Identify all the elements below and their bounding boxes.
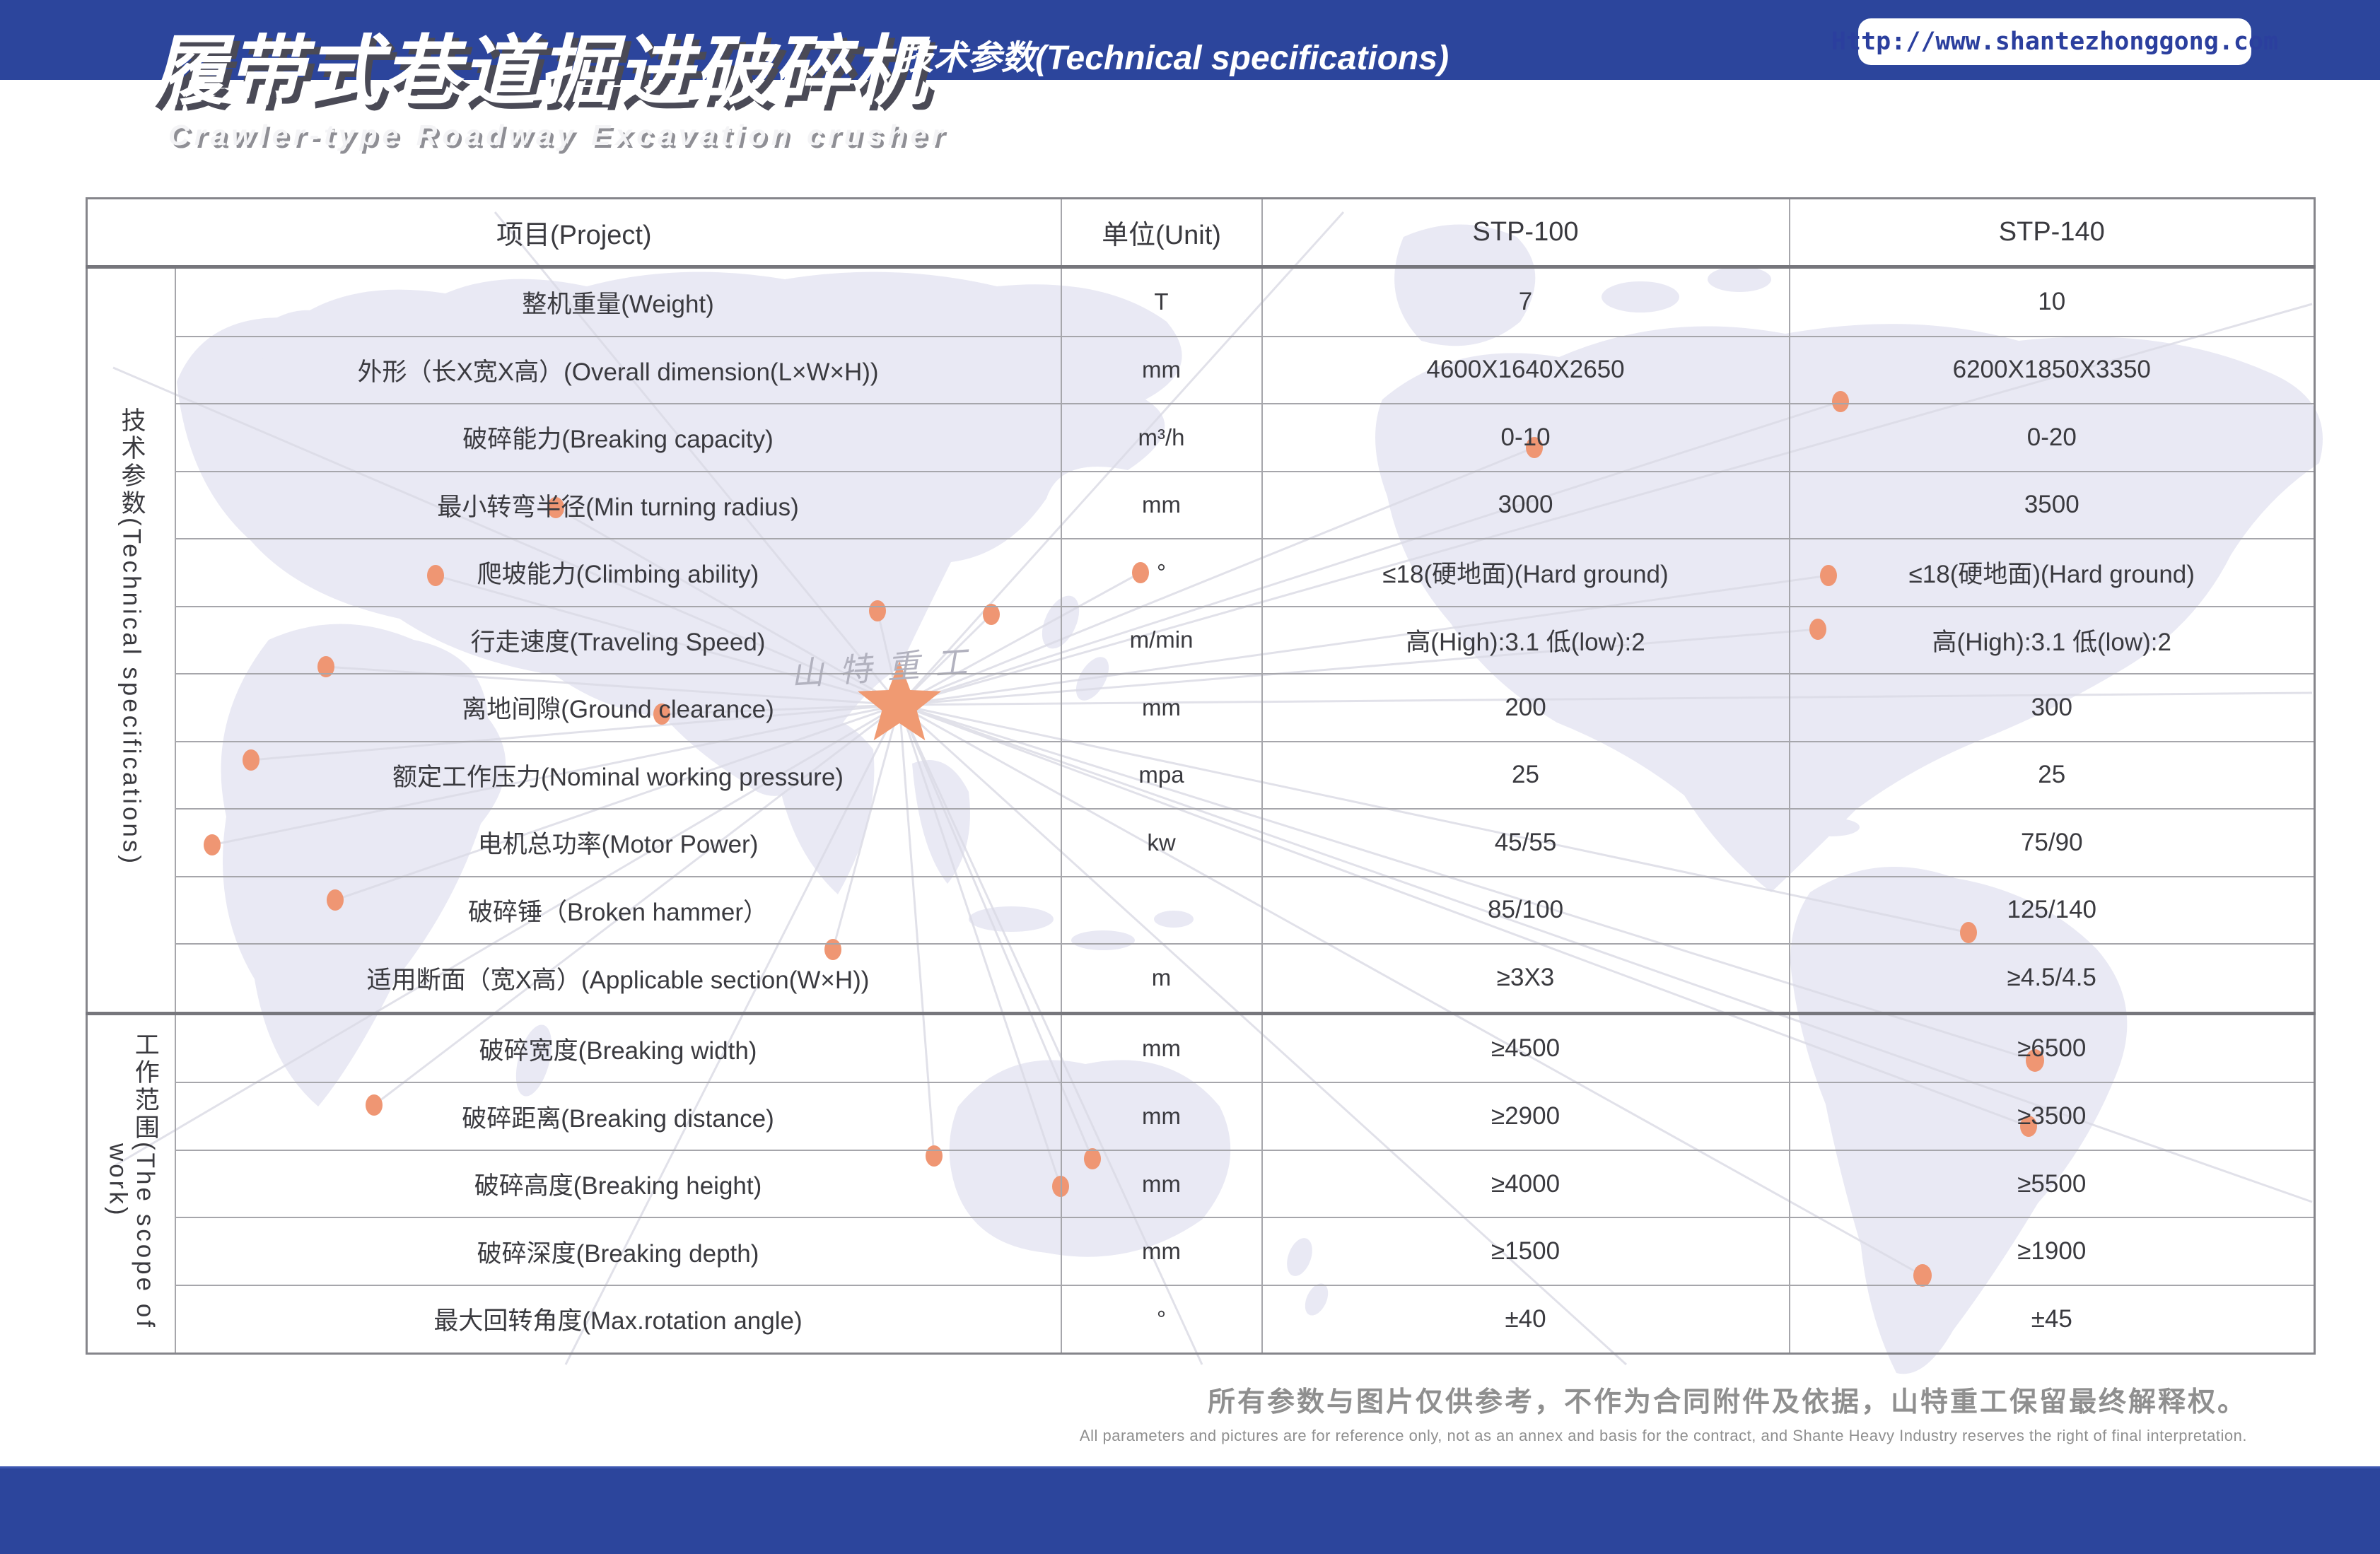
stp100-value: ≥1500	[1262, 1217, 1790, 1285]
stp140-value: 75/90	[1790, 809, 2315, 876]
stp140-value: ≥5500	[1790, 1150, 2315, 1217]
stp100-value: ≥2900	[1262, 1082, 1790, 1150]
row-unit	[1061, 877, 1262, 944]
row-label: 离地间隙(Ground clearance)	[175, 674, 1061, 741]
stp100-value: ≤18(硬地面)(Hard ground)	[1262, 539, 1790, 606]
row-label: 额定工作压力(Nominal working pressure)	[175, 742, 1061, 809]
page-subtitle: Crawler-type Roadway Excavation crusher	[168, 119, 947, 152]
page-title: 履带式巷道掘进破碎机	[150, 10, 928, 120]
stp100-value: 200	[1262, 674, 1790, 741]
table-row: 破碎深度(Breaking depth) mm ≥1500 ≥1900	[87, 1217, 2315, 1285]
table-row: 最大回转角度(Max.rotation angle) ° ±40 ±45	[87, 1285, 2315, 1354]
table-row: 外形（长X宽X高）(Overall dimension(L×W×H)) mm 4…	[87, 337, 2315, 404]
row-unit: mm	[1061, 1082, 1262, 1150]
row-unit: mm	[1061, 1150, 1262, 1217]
row-label: 破碎能力(Breaking capacity)	[175, 404, 1061, 471]
table-row: 最小转弯半径(Min turning radius) mm 3000 3500	[87, 472, 2315, 539]
column-header-project: 项目(Project)	[87, 199, 1061, 267]
stp100-value: 3000	[1262, 472, 1790, 539]
stp100-value: 高(High):3.1 低(low):2	[1262, 607, 1790, 674]
table-header-row: 项目(Project) 单位(Unit) STP-100 STP-140	[87, 199, 2315, 267]
row-label: 破碎宽度(Breaking width)	[175, 1013, 1061, 1082]
bottom-banner	[0, 1466, 2380, 1554]
table-row: 爬坡能力(Climbing ability) ° ≤18(硬地面)(Hard g…	[87, 539, 2315, 606]
stp100-value: ≥4500	[1262, 1013, 1790, 1082]
row-unit: m/min	[1061, 607, 1262, 674]
table-row: 额定工作压力(Nominal working pressure) mpa 25 …	[87, 742, 2315, 809]
row-unit: °	[1061, 1285, 1262, 1354]
row-label: 外形（长X宽X高）(Overall dimension(L×W×H))	[175, 337, 1061, 404]
row-label: 适用断面（宽X高）(Applicable section(W×H))	[175, 944, 1061, 1013]
row-label: 破碎距离(Breaking distance)	[175, 1082, 1061, 1150]
stp140-value: 0-20	[1790, 404, 2315, 471]
row-unit: °	[1061, 539, 1262, 606]
row-label: 最小转弯半径(Min turning radius)	[175, 472, 1061, 539]
group-label-scope-of-work: 工作范围(The scope of work)	[87, 1013, 175, 1353]
table-row: 电机总功率(Motor Power) kw 45/55 75/90	[87, 809, 2315, 876]
stp140-value: 125/140	[1790, 877, 2315, 944]
stp100-value: 85/100	[1262, 877, 1790, 944]
section-heading: 技术参数(Technical specifications)	[899, 30, 1449, 79]
column-header-stp140: STP-140	[1790, 199, 2315, 267]
row-unit: mm	[1061, 1013, 1262, 1082]
table-row: 破碎能力(Breaking capacity) m³/h 0-10 0-20	[87, 404, 2315, 471]
row-label: 行走速度(Traveling Speed)	[175, 607, 1061, 674]
row-unit: T	[1061, 267, 1262, 337]
stp140-value: 3500	[1790, 472, 2315, 539]
stp100-value: 4600X1640X2650	[1262, 337, 1790, 404]
row-unit: m	[1061, 944, 1262, 1013]
website-url-badge: Http://www.shantezhonggong.com	[1858, 18, 2251, 65]
stp140-value: 10	[1790, 267, 2315, 337]
stp100-value: ≥3X3	[1262, 944, 1790, 1013]
stp140-value: ≥4.5/4.5	[1790, 944, 2315, 1013]
row-label: 破碎高度(Breaking height)	[175, 1150, 1061, 1217]
row-unit: mm	[1061, 1217, 1262, 1285]
column-header-unit: 单位(Unit)	[1061, 199, 1262, 267]
stp140-value: ≥6500	[1790, 1013, 2315, 1082]
stp140-value: ±45	[1790, 1285, 2315, 1354]
stp140-value: ≤18(硬地面)(Hard ground)	[1790, 539, 2315, 606]
column-header-stp100: STP-100	[1262, 199, 1790, 267]
table-row: 破碎距离(Breaking distance) mm ≥2900 ≥3500	[87, 1082, 2315, 1150]
row-label: 破碎锤（Broken hammer）	[175, 877, 1061, 944]
table-row: 离地间隙(Ground clearance) mm 200 300	[87, 674, 2315, 741]
stp140-value: 25	[1790, 742, 2315, 809]
row-label: 最大回转角度(Max.rotation angle)	[175, 1285, 1061, 1354]
stp100-value: ≥4000	[1262, 1150, 1790, 1217]
stp140-value: 高(High):3.1 低(low):2	[1790, 607, 2315, 674]
website-url-text: Http://www.shantezhonggong.com	[1831, 28, 2278, 56]
row-label: 破碎深度(Breaking depth)	[175, 1217, 1061, 1285]
stp140-value: ≥3500	[1790, 1082, 2315, 1150]
row-unit: m³/h	[1061, 404, 1262, 471]
stp100-value: 0-10	[1262, 404, 1790, 471]
stp100-value: 25	[1262, 742, 1790, 809]
row-unit: kw	[1061, 809, 1262, 876]
row-label: 整机重量(Weight)	[175, 267, 1061, 337]
spec-table: 项目(Project) 单位(Unit) STP-100 STP-140 技术参…	[86, 197, 2316, 1355]
row-unit: mpa	[1061, 742, 1262, 809]
row-label: 爬坡能力(Climbing ability)	[175, 539, 1061, 606]
stp140-value: 6200X1850X3350	[1790, 337, 2315, 404]
stp100-value: ±40	[1262, 1285, 1790, 1354]
stp100-value: 45/55	[1262, 809, 1790, 876]
group-label-technical-specs: 技术参数(Technical specifications)	[87, 267, 175, 1014]
stp140-value: ≥1900	[1790, 1217, 2315, 1285]
row-unit: mm	[1061, 674, 1262, 741]
table-row: 适用断面（宽X高）(Applicable section(W×H)) m ≥3X…	[87, 944, 2315, 1013]
row-unit: mm	[1061, 472, 1262, 539]
row-label: 电机总功率(Motor Power)	[175, 809, 1061, 876]
disclaimer-chinese: 所有参数与图片仅供参考，不作为合同附件及依据，山特重工保留最终解释权。	[1080, 1380, 2247, 1420]
footer-disclaimer: 所有参数与图片仅供参考，不作为合同附件及依据，山特重工保留最终解释权。 All …	[1080, 1380, 2247, 1445]
table-row: 技术参数(Technical specifications) 整机重量(Weig…	[87, 267, 2315, 337]
table-row: 破碎高度(Breaking height) mm ≥4000 ≥5500	[87, 1150, 2315, 1217]
stp140-value: 300	[1790, 674, 2315, 741]
row-unit: mm	[1061, 337, 1262, 404]
disclaimer-english: All parameters and pictures are for refe…	[1080, 1427, 2247, 1445]
table-row: 工作范围(The scope of work) 破碎宽度(Breaking wi…	[87, 1013, 2315, 1082]
stp100-value: 7	[1262, 267, 1790, 337]
table-row: 破碎锤（Broken hammer） 85/100 125/140	[87, 877, 2315, 944]
table-row: 行走速度(Traveling Speed) m/min 高(High):3.1 …	[87, 607, 2315, 674]
